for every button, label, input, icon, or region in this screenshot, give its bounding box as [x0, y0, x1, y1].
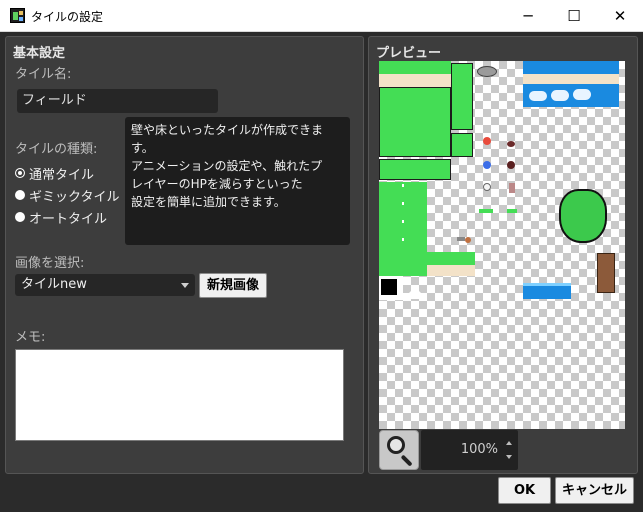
spike-sprite [403, 287, 427, 299]
chevron-up-icon[interactable] [506, 441, 512, 445]
cloud-sprite [573, 89, 591, 100]
basic-settings-panel: 基本設定 タイル名: フィールド タイルの種類: 通常タイル ギミックタイル オ… [5, 36, 364, 474]
rock-sprite [477, 66, 497, 77]
stone-sprite [465, 237, 471, 243]
grass-tile [427, 252, 475, 265]
water-wave-tile [523, 283, 571, 299]
image-select-dropdown[interactable]: タイルnew [15, 274, 195, 296]
path-marks [402, 184, 404, 250]
chevron-down-icon[interactable] [506, 455, 512, 459]
mushroom-sprite [507, 161, 515, 169]
zoom-button[interactable] [379, 430, 419, 470]
grass-block-tile [451, 133, 473, 157]
memo-label: メモ: [15, 330, 46, 345]
radio-auto-tile[interactable]: オートタイル [15, 208, 108, 227]
tile-name-label: タイル名: [15, 67, 72, 82]
cancel-button[interactable]: キャンセル [555, 477, 634, 504]
zoom-spinbox[interactable]: 100% [421, 430, 518, 470]
flower-sprite [483, 137, 491, 145]
preview-heading: プレビュー [376, 46, 442, 61]
sand-tile [379, 74, 451, 87]
window-title: タイルの設定 [31, 10, 104, 24]
memo-textarea[interactable] [15, 349, 344, 441]
description-line: レイヤーのHPを減らすといった [131, 177, 303, 191]
sand-tile [427, 265, 475, 276]
ok-button[interactable]: OK [498, 477, 551, 504]
mushroom-sprite [509, 183, 515, 193]
title-bar: タイルの設定 ─ ☐ ✕ [0, 0, 643, 32]
image-select-label: 画像を選択: [15, 256, 85, 271]
radio-label: オートタイル [29, 211, 108, 227]
black-tile [381, 279, 397, 295]
app-icon [10, 8, 25, 23]
grass-tile [379, 61, 451, 74]
grass-tuft-sprite [479, 209, 493, 213]
stone-sprite [457, 237, 465, 241]
radio-label: 通常タイル [29, 167, 95, 183]
tileset-preview-canvas[interactable] [379, 61, 625, 429]
magnifier-handle [400, 454, 413, 467]
maximize-button[interactable]: ☐ [551, 0, 597, 32]
radio-icon [15, 212, 25, 222]
tree-trunk-sprite [597, 253, 615, 293]
radio-icon [15, 190, 25, 200]
radio-normal-tile[interactable]: 通常タイル [15, 164, 95, 183]
new-image-button[interactable]: 新規画像 [199, 273, 267, 298]
tile-name-input[interactable]: フィールド [17, 89, 218, 113]
image-select-value: タイルnew [21, 277, 87, 292]
description-line: 設定を簡単に追加できます。 [131, 195, 286, 209]
description-line: 壁や床といったタイルが作成できます。 [131, 123, 324, 155]
mushroom-sprite [507, 141, 515, 147]
grass-pillar-tile [451, 63, 473, 130]
minimize-button[interactable]: ─ [505, 0, 551, 32]
grass-tuft-sprite [507, 209, 517, 213]
radio-label: ギミックタイル [29, 189, 120, 205]
basic-settings-heading: 基本設定 [13, 46, 66, 61]
close-button[interactable]: ✕ [597, 0, 643, 32]
tree-sprite [559, 189, 607, 243]
grass-block-tile [379, 87, 451, 157]
preview-panel: プレビュー 100% [368, 36, 638, 474]
shore-tile [523, 74, 619, 84]
description-line: アニメーションの設定や、触れたプ [131, 159, 323, 173]
flower-sprite [483, 183, 491, 191]
magnifier-icon [387, 436, 405, 454]
grass-strip-tile [379, 159, 451, 180]
water-tile [523, 61, 619, 74]
tile-type-label: タイルの種類: [15, 142, 98, 157]
tile-type-description: 壁や床といったタイルが作成できます。 アニメーションの設定や、触れたプ レイヤー… [125, 117, 350, 245]
grass-tile [379, 252, 427, 276]
radio-gimmick-tile[interactable]: ギミックタイル [15, 186, 120, 205]
radio-checked-icon [15, 168, 25, 178]
cloud-sprite [529, 91, 547, 101]
flower-sprite [483, 161, 491, 169]
cloud-sprite [551, 90, 569, 101]
chevron-down-icon [181, 283, 189, 288]
